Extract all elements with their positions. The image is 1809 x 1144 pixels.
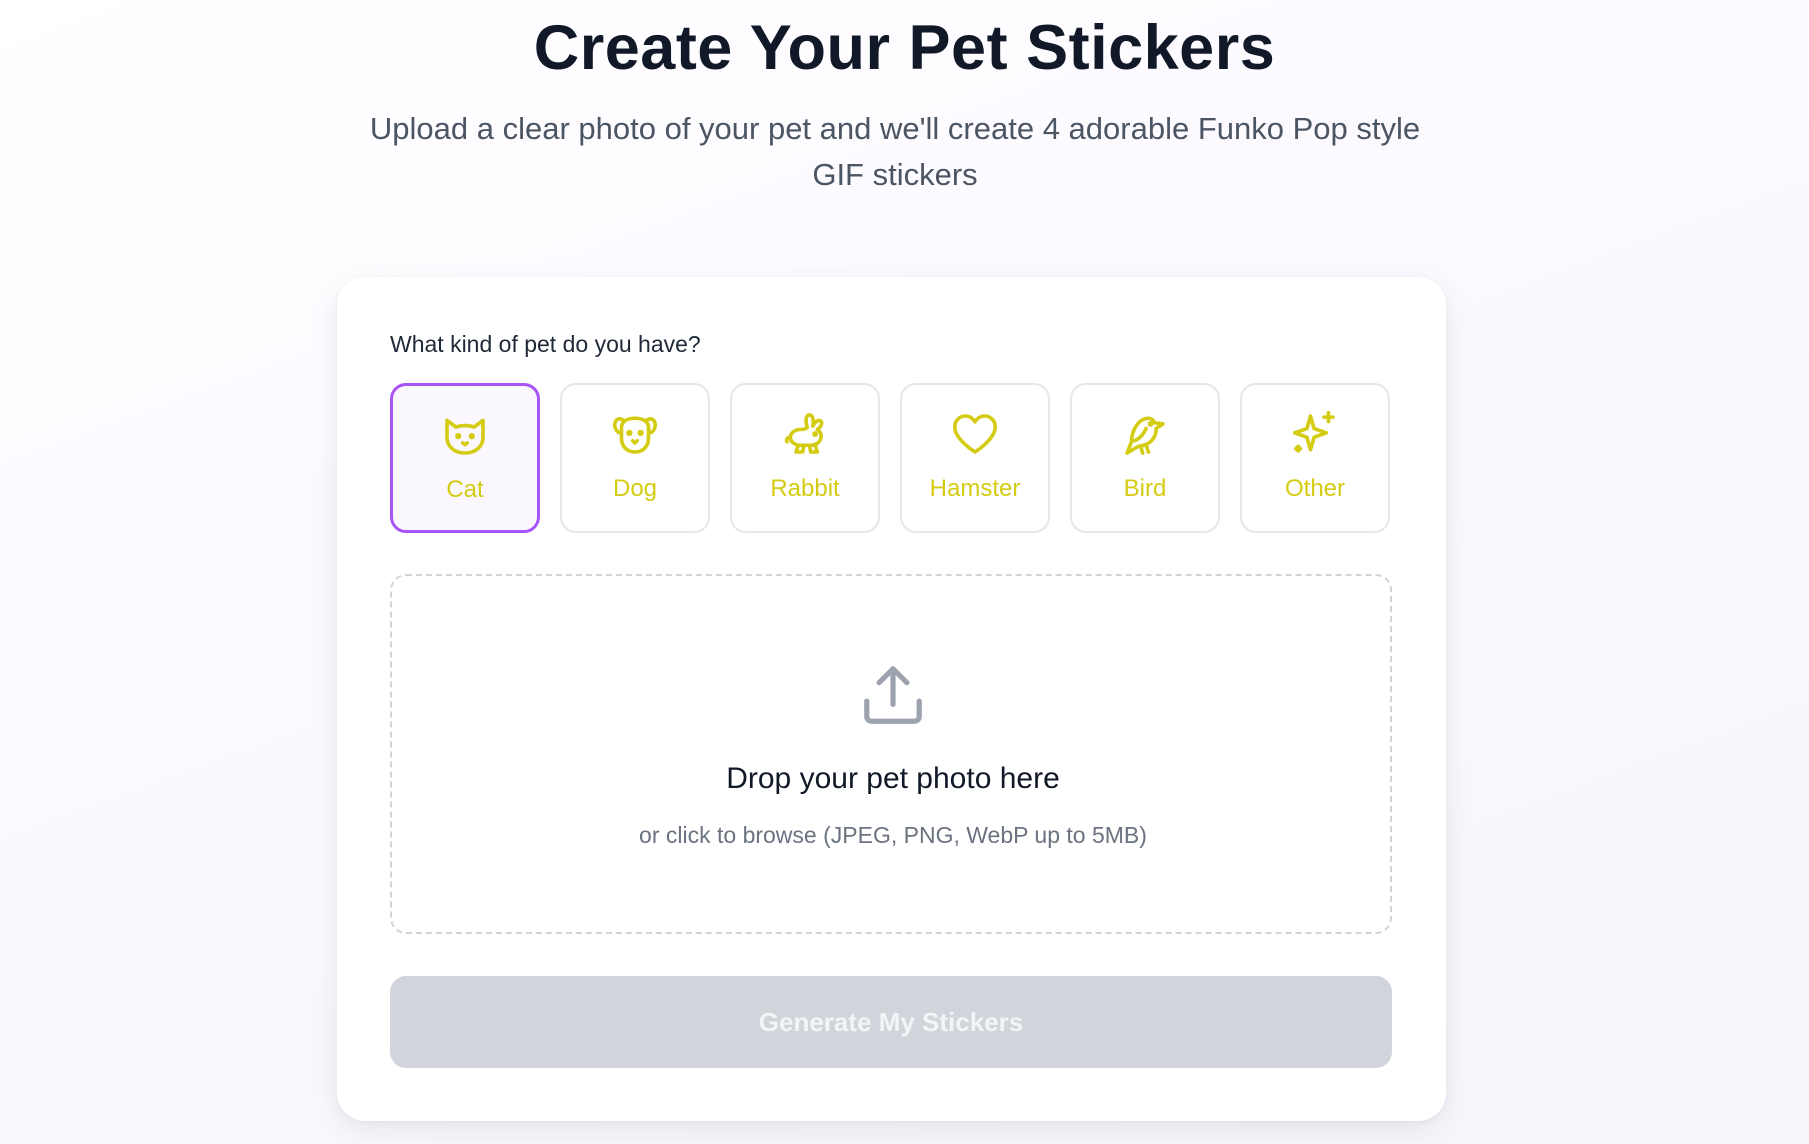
- upload-icon: [856, 658, 930, 732]
- pet-option-cat[interactable]: Cat: [390, 383, 540, 533]
- pet-option-hamster[interactable]: Hamster: [900, 383, 1050, 533]
- cat-icon: [438, 408, 492, 462]
- pet-option-other[interactable]: Other: [1240, 383, 1390, 533]
- pet-option-label: Bird: [1123, 475, 1167, 502]
- upload-card: What kind of pet do you have? Cat Dog Ra…: [337, 277, 1446, 1121]
- sparkles-icon: [1288, 407, 1342, 461]
- pet-option-dog[interactable]: Dog: [560, 383, 710, 533]
- photo-dropzone[interactable]: Drop your pet photo here or click to bro…: [390, 574, 1392, 934]
- pet-option-label: Cat: [446, 476, 484, 503]
- dropzone-title: Drop your pet photo here: [726, 762, 1060, 795]
- pet-option-label: Rabbit: [770, 475, 840, 502]
- pet-option-label: Other: [1284, 475, 1346, 502]
- page-subtitle: Upload a clear photo of your pet and we'…: [369, 111, 1421, 192]
- pet-option-label: Dog: [612, 475, 658, 502]
- generate-stickers-button[interactable]: Generate My Stickers: [390, 976, 1392, 1068]
- page-title: Create Your Pet Stickers: [533, 13, 1276, 83]
- bird-icon: [1118, 407, 1172, 461]
- pet-option-bird[interactable]: Bird: [1070, 383, 1220, 533]
- dog-icon: [608, 407, 662, 461]
- pet-option-rabbit[interactable]: Rabbit: [730, 383, 880, 533]
- pet-type-question: What kind of pet do you have?: [390, 331, 701, 357]
- dropzone-hint: or click to browse (JPEG, PNG, WebP up t…: [639, 822, 1147, 848]
- pet-option-label: Hamster: [929, 475, 1021, 502]
- heart-icon: [948, 407, 1002, 461]
- pet-type-options: Cat Dog Rabbit Hamster Bird Other: [390, 383, 1392, 533]
- rabbit-icon: [778, 407, 832, 461]
